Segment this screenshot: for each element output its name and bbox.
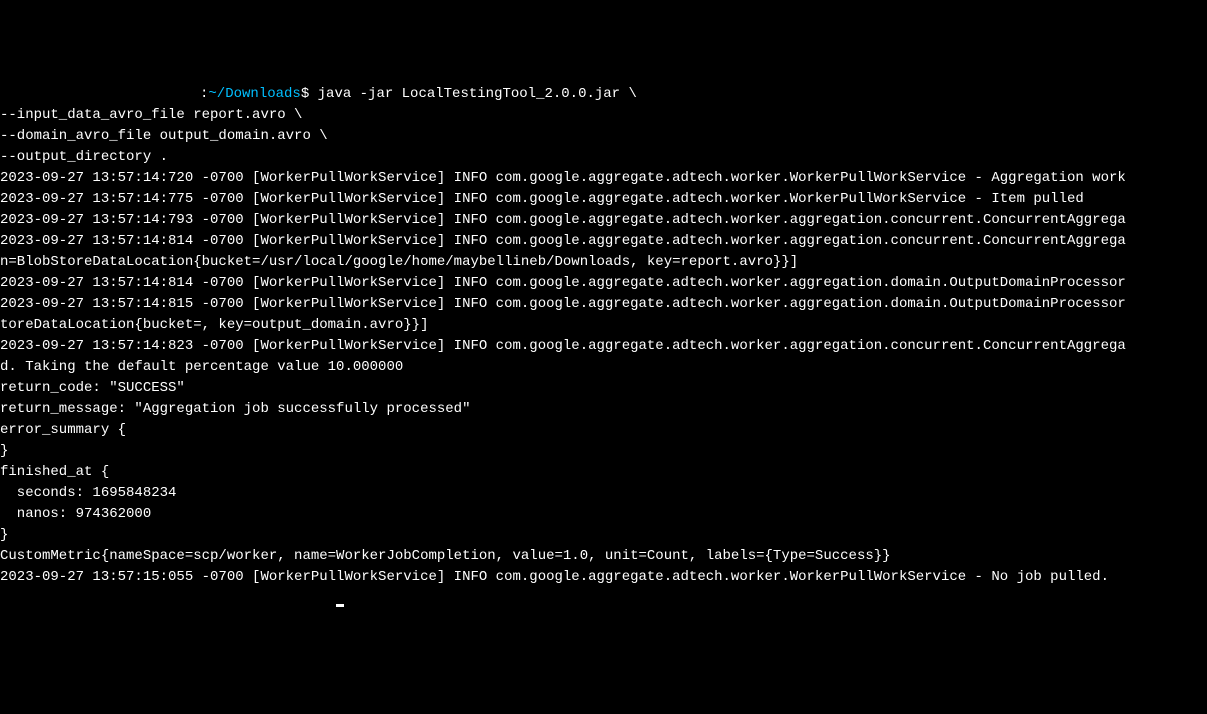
log-line: d. Taking the default percentage value 1… [0,357,1207,378]
prompt-dollar: $ [301,86,309,102]
log-line: 2023-09-27 13:57:14:815 -0700 [WorkerPul… [0,294,1207,315]
log-line: n=BlobStoreDataLocation{bucket=/usr/loca… [0,252,1207,273]
log-line: finished_at { [0,462,1207,483]
cursor-icon [336,604,344,607]
log-line: return_message: "Aggregation job success… [0,399,1207,420]
log-line: 2023-09-27 13:57:14:823 -0700 [WorkerPul… [0,336,1207,357]
command-line: --domain_avro_file output_domain.avro \ [0,126,1207,147]
log-line: } [0,525,1207,546]
prompt-line: ████████████████████:~/Downloads$ java -… [0,84,1207,105]
log-line: 2023-09-27 13:57:14:793 -0700 [WorkerPul… [0,210,1207,231]
log-line: error_summary { [0,420,1207,441]
log-line: 2023-09-27 13:57:14:720 -0700 [WorkerPul… [0,168,1207,189]
command-line: --output_directory . [0,147,1207,168]
cursor-line [0,590,344,606]
log-line: seconds: 1695848234 [0,483,1207,504]
log-line: 2023-09-27 13:57:15:055 -0700 [WorkerPul… [0,567,1207,588]
log-line: toreDataLocation{bucket=, key=output_dom… [0,315,1207,336]
prompt-path: ~/Downloads [208,86,300,102]
log-line: 2023-09-27 13:57:14:814 -0700 [WorkerPul… [0,231,1207,252]
command-line: --input_data_avro_file report.avro \ [0,105,1207,126]
terminal-output[interactable]: ████████████████████:~/Downloads$ java -… [0,84,1207,609]
log-line: } [0,441,1207,462]
log-line: CustomMetric{nameSpace=scp/worker, name=… [0,546,1207,567]
log-line: 2023-09-27 13:57:14:775 -0700 [WorkerPul… [0,189,1207,210]
log-line: return_code: "SUCCESS" [0,378,1207,399]
redacted-user-host: ████████████████████ [0,84,200,105]
command-seg-0: java -jar LocalTestingTool_2.0.0.jar \ [309,86,637,102]
log-line: nanos: 974362000 [0,504,1207,525]
log-line: 2023-09-27 13:57:14:814 -0700 [WorkerPul… [0,273,1207,294]
